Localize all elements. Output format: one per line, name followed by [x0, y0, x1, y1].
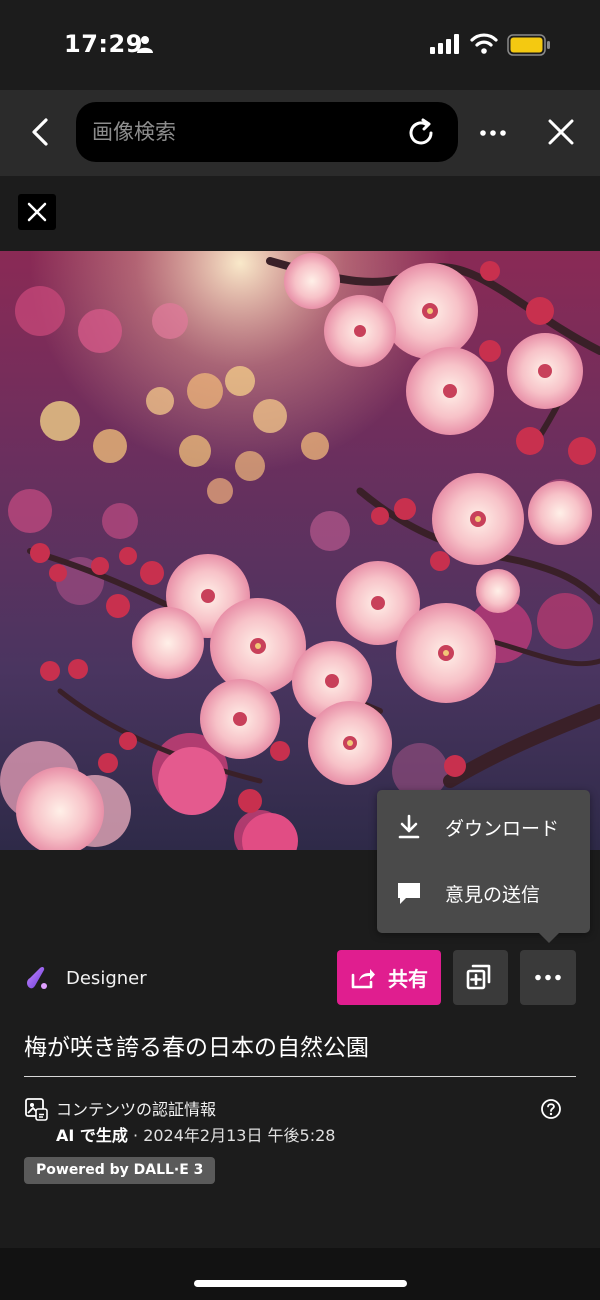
content-credentials-title: コンテンツの認証情報 — [56, 1100, 217, 1119]
help-icon[interactable] — [540, 1098, 562, 1120]
close-icon — [27, 202, 47, 222]
search-box[interactable] — [76, 102, 458, 162]
signal-icon — [430, 34, 459, 54]
feedback-icon — [398, 883, 420, 904]
designer-label: Designer — [66, 967, 147, 989]
person-icon — [137, 36, 153, 53]
menu-item-feedback[interactable]: 意見の送信 — [377, 860, 590, 926]
image-title: 梅が咲き誇る春の日本の自然公園 — [24, 1035, 369, 1061]
menu-item-label: ダウンロード — [445, 817, 560, 840]
wifi-icon — [470, 33, 498, 54]
popup-arrow — [538, 932, 560, 943]
separator: · — [127, 1126, 144, 1145]
bottom-bar — [0, 1248, 600, 1300]
home-indicator[interactable] — [194, 1280, 407, 1287]
add-to-collection-button[interactable] — [453, 950, 508, 1005]
download-icon — [398, 814, 420, 839]
viewer-close-button[interactable] — [18, 194, 56, 230]
browser-toolbar — [0, 90, 600, 176]
back-button[interactable] — [22, 112, 58, 152]
plum-blossom-image — [0, 251, 600, 850]
powered-by-badge: Powered by DALL·E 3 — [24, 1157, 216, 1184]
share-label: 共有 — [388, 967, 428, 991]
divider — [24, 1076, 576, 1077]
add-icon — [466, 964, 491, 990]
ai-generated-label: AI で生成 — [56, 1126, 128, 1145]
battery-icon — [507, 34, 550, 56]
refresh-button[interactable] — [404, 116, 438, 150]
close-button[interactable] — [543, 114, 579, 150]
menu-item-download[interactable]: ダウンロード — [377, 794, 590, 860]
designer-logo-icon — [27, 966, 47, 989]
more-icon — [535, 974, 561, 981]
status-time: 17:29 — [64, 30, 143, 58]
close-icon — [548, 119, 574, 145]
action-more-button[interactable] — [520, 950, 576, 1005]
back-icon — [32, 118, 48, 146]
status-bar: 17:29 — [0, 0, 600, 90]
content-credentials-detail: AI で生成 · 2024年2月13日 午後5:28 — [56, 1122, 335, 1146]
refresh-icon — [409, 118, 433, 145]
share-button[interactable]: 共有 — [337, 950, 441, 1005]
share-icon — [351, 968, 375, 988]
more-icon — [480, 130, 506, 136]
search-input[interactable] — [92, 102, 392, 162]
content-credentials-icon — [25, 1098, 48, 1121]
designer-brand[interactable]: Designer — [24, 963, 147, 993]
screen: 17:29 画像検索 ダウンロード 意見の送信 Designer 共有 梅が咲き… — [0, 0, 600, 1300]
popup-menu: ダウンロード 意見の送信 — [377, 790, 590, 933]
generated-image[interactable] — [0, 251, 600, 850]
menu-item-label: 意見の送信 — [445, 883, 541, 906]
generated-date: 2024年2月13日 午後5:28 — [143, 1126, 336, 1145]
more-button[interactable] — [475, 118, 511, 148]
